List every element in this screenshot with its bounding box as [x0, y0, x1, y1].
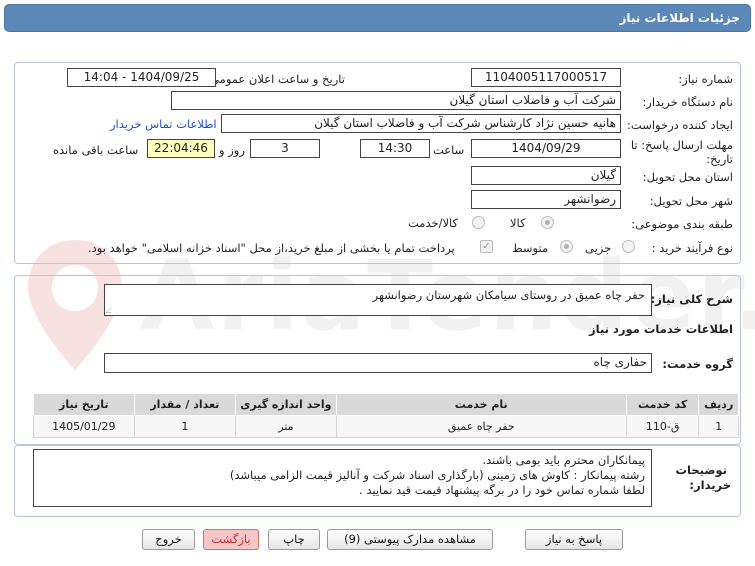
- cell-name: حفر چاه عمیق: [335, 415, 627, 438]
- deadline-date-label: تاریخ:: [706, 152, 733, 166]
- window-title-bar: جزئیات اطلاعات نیاز: [4, 4, 751, 32]
- need-number-field: 1104005117000517: [471, 68, 621, 87]
- creator-label: ایجاد کننده درخواست:: [627, 118, 733, 132]
- col-qty: تعداد / مقدار: [133, 393, 237, 416]
- deadline-label: مهلت ارسال پاسخ: تا: [630, 138, 733, 152]
- col-name: نام خدمت: [335, 393, 627, 416]
- window-title: جزئیات اطلاعات نیاز: [619, 11, 740, 25]
- summary-label: شرح کلی نیاز:: [650, 292, 733, 306]
- cell-code: ق-110: [625, 415, 700, 438]
- treasury-payment-note: پرداخت تمام یا بخشی از مبلغ خرید،از محل …: [88, 241, 455, 255]
- buyer-notes-textarea[interactable]: پیمانکاران محترم باید بومی باشند. رشته پ…: [33, 449, 652, 507]
- summary-textarea[interactable]: حفر چاه عمیق در روستای سیامکان شهرستان ر…: [104, 284, 652, 316]
- category-option-goods: کالا: [510, 216, 526, 230]
- category-label: طبقه بندی موضوعی:: [631, 217, 733, 231]
- cell-unit: متر: [235, 415, 337, 438]
- col-unit: واحد اندازه گیری: [235, 393, 337, 416]
- category-radio-goods-service[interactable]: [472, 216, 485, 229]
- province-label: استان محل تحویل:: [642, 170, 733, 184]
- buyer-org-field: شرکت آب و فاضلاب استان گیلان: [171, 91, 621, 110]
- process-label: نوع فرآیند خرید :: [651, 241, 733, 255]
- province-field: گیلان: [471, 166, 621, 185]
- announce-datetime-field: 1404/09/25 - 14:04: [67, 68, 216, 87]
- cell-date: 1405/01/29: [33, 415, 135, 438]
- resize-grip-icon[interactable]: [105, 307, 117, 313]
- creator-field: هانیه حسین نژاد کارشناس شرکت آب و فاضلاب…: [221, 114, 621, 133]
- days-remaining-field: 3: [250, 139, 320, 158]
- reply-button[interactable]: پاسخ به نیاز: [525, 529, 623, 550]
- buyer-notes-line: رشته پیمانکار : کاوش های زمینی (بارگذاری…: [229, 468, 645, 482]
- buyer-org-label: نام دستگاه خریدار:: [642, 95, 733, 109]
- buyer-notes-line: پیمانکاران محترم باید بومی باشند.: [482, 453, 645, 467]
- summary-text: حفر چاه عمیق در روستای سیامکان شهرستان ر…: [372, 288, 645, 302]
- col-date: تاریخ نیاز: [33, 393, 135, 416]
- process-option-minor: جزیی: [585, 241, 612, 255]
- process-radio-minor[interactable]: [622, 240, 635, 253]
- table-header-row: ردیف کد خدمت نام خدمت واحد اندازه گیری ت…: [33, 393, 739, 416]
- col-code: کد خدمت: [625, 393, 700, 416]
- process-radio-medium[interactable]: [560, 240, 573, 253]
- deadline-time-label: ساعت: [433, 143, 465, 157]
- exit-button[interactable]: خروج: [142, 529, 195, 550]
- remaining-time-field: 22:04:46: [147, 139, 215, 158]
- process-option-medium: متوسط: [512, 241, 549, 255]
- need-number-label: شماره نیاز:: [678, 72, 733, 86]
- city-label: شهر محل تحویل:: [649, 194, 733, 208]
- back-button[interactable]: بازگشت: [203, 529, 259, 550]
- cell-qty: 1: [133, 415, 237, 438]
- category-option-goods-service: کالا/خدمت: [408, 216, 459, 230]
- services-table: ردیف کد خدمت نام خدمت واحد اندازه گیری ت…: [33, 393, 739, 438]
- view-attachments-button[interactable]: مشاهده مدارک پیوستی (9): [327, 529, 493, 550]
- print-button[interactable]: چاپ: [268, 529, 320, 550]
- cell-row: 1: [698, 415, 739, 438]
- category-radio-goods[interactable]: [541, 216, 554, 229]
- services-section-title: اطلاعات خدمات مورد نیاز: [589, 322, 733, 336]
- treasury-payment-checkbox[interactable]: ✓: [480, 240, 493, 253]
- service-group-label: گروه خدمت:: [662, 357, 733, 371]
- buyer-contact-link[interactable]: اطلاعات تماس خریدار: [110, 117, 217, 131]
- remaining-time-label: ساعت باقی مانده: [53, 143, 139, 157]
- service-group-field: حفاری چاه: [104, 353, 652, 373]
- buyer-notes-line: لطفا شماره تماس خود را در برگه پیشنهاد ق…: [359, 483, 645, 497]
- deadline-date-field: 1404/09/29: [471, 139, 621, 158]
- buyer-notes-label-2: خریدار:: [689, 478, 731, 492]
- city-field: رضوانشهر: [471, 190, 621, 209]
- days-label: روز و: [219, 143, 245, 157]
- deadline-time-field: 14:30: [360, 139, 430, 158]
- col-row: ردیف: [698, 393, 739, 416]
- announce-label: تاریخ و ساعت اعلان عمومی:: [206, 72, 345, 86]
- table-row: 1 ق-110 حفر چاه عمیق متر 1 1405/01/29: [33, 415, 739, 438]
- buyer-notes-label: توضیحات: [675, 463, 728, 477]
